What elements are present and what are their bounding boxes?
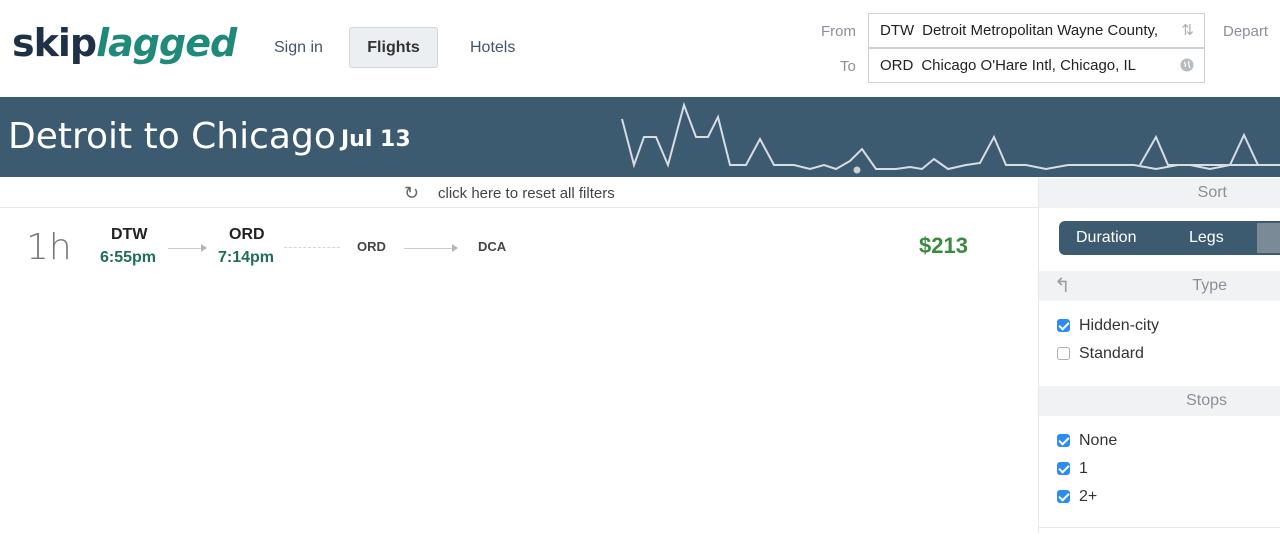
segment1-origin-code: DTW [111,226,148,243]
stops-heading: Stops [1039,386,1280,416]
from-label: From [821,23,856,40]
flight-price[interactable]: $213 [919,233,968,259]
stops-one-label[interactable]: 1 [1079,459,1088,479]
from-airport-name: Detroit Metropolitan Wayne County, [922,22,1159,39]
segment2-destination-code: DCA [478,239,507,254]
standard-label[interactable]: Standard [1079,344,1144,364]
hidden-city-dashed-connector [284,247,340,248]
sparkline-selected-point [852,165,862,175]
from-airport-code: DTW [880,22,915,39]
segment2-origin-code: ORD [357,239,386,254]
logo-part-skip: skip [12,21,97,65]
sort-duration-button[interactable]: Duration [1076,228,1136,248]
route-title: Detroit to Chicago [8,116,336,157]
sort-legs-button[interactable]: Legs [1189,228,1224,248]
sort-more-button[interactable] [1257,223,1280,253]
segment2-arrow-line [404,248,454,249]
stops-two-plus-label[interactable]: 2+ [1079,487,1097,507]
flight-duration: 1h [26,227,72,268]
stops-none-label[interactable]: None [1079,431,1117,451]
hidden-city-checkbox[interactable] [1057,319,1070,332]
to-airport-name: Chicago O'Hare Intl, Chicago, IL [921,57,1136,74]
stops-one-checkbox[interactable] [1057,462,1070,475]
reset-icon[interactable]: ↻ [404,183,419,203]
globe-icon[interactable] [1180,49,1194,82]
logo-part-lagged: lagged [96,21,237,65]
to-airport-field[interactable]: ORD Chicago O'Hare Intl, Chicago, IL [868,48,1205,83]
hidden-city-label[interactable]: Hidden-city [1079,316,1159,336]
undo-arrow-icon[interactable]: ↰ [1054,274,1071,298]
segment1-arrow-line [168,248,202,249]
sparkline-line [621,101,1280,171]
sign-in-link[interactable]: Sign in [274,38,323,58]
sort-heading: Sort [1039,178,1280,208]
type-heading: Type [1039,271,1280,301]
to-label: To [840,58,856,75]
segment1-departure-time: 6:55pm [100,249,157,266]
to-airport-code: ORD [880,57,914,74]
sparkline-line-tail [1139,132,1280,171]
depart-label[interactable]: Depart [1223,23,1268,40]
reset-filters-link[interactable]: click here to reset all filters [438,184,615,204]
skiplagged-logo[interactable]: skiplagged [12,18,237,68]
standard-checkbox[interactable] [1057,347,1070,360]
flights-tab[interactable]: Flights [349,27,438,68]
stops-none-checkbox[interactable] [1057,434,1070,447]
segment2-arrow-icon [452,244,458,252]
from-airport-field[interactable]: DTW Detroit Metropolitan Wayne County, ⇅ [868,13,1205,48]
swap-arrows-icon[interactable]: ⇅ [1181,14,1194,47]
segment1-destination-code: ORD [229,226,265,243]
segment1-arrival-time: 7:14pm [218,249,275,266]
segment1-arrow-icon [201,244,207,252]
hotels-link[interactable]: Hotels [470,38,515,58]
stops-two-plus-checkbox[interactable] [1057,490,1070,503]
route-date: Jul 13 [341,127,411,152]
price-trend-sparkline[interactable] [600,97,1280,177]
